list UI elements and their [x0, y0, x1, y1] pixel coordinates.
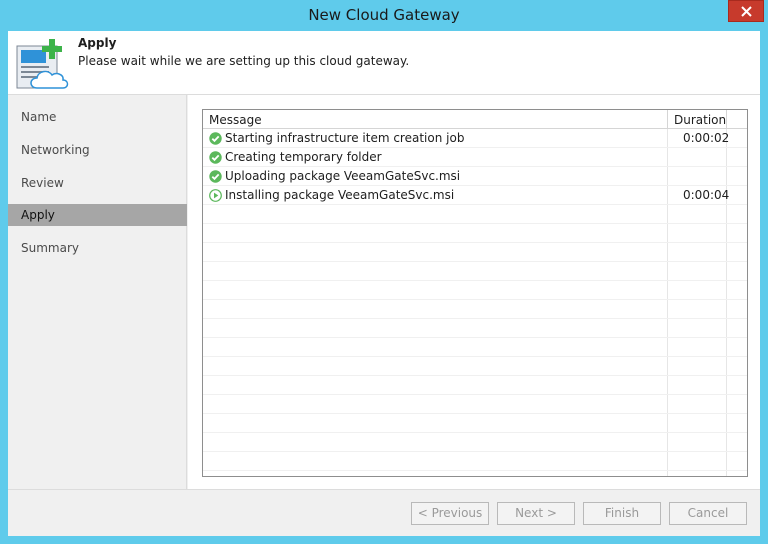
- finish-button[interactable]: Finish: [583, 502, 661, 525]
- empty-row: [203, 433, 747, 452]
- log-duration: 0:00:02: [683, 131, 730, 145]
- log-row[interactable]: Creating temporary folder: [203, 148, 747, 167]
- wizard-client: Apply Please wait while we are setting u…: [8, 31, 760, 536]
- empty-row: [203, 338, 747, 357]
- log-duration: 0:00:04: [683, 188, 730, 202]
- step-networking[interactable]: Networking: [8, 139, 187, 161]
- log-message: Creating temporary folder: [225, 150, 382, 164]
- close-button[interactable]: [728, 0, 764, 22]
- log-row[interactable]: Starting infrastructure item creation jo…: [203, 129, 747, 148]
- log-row[interactable]: Uploading package VeeamGateSvc.msi: [203, 167, 747, 186]
- wizard-steps: Name Networking Review Apply Summary: [8, 95, 187, 489]
- step-apply[interactable]: Apply: [8, 204, 187, 226]
- empty-row: [203, 395, 747, 414]
- running-play-icon: [209, 189, 222, 202]
- empty-row: [203, 414, 747, 433]
- wizard-content: Message Duration Starting infrastructure…: [188, 95, 760, 489]
- empty-row: [203, 262, 747, 281]
- success-check-icon: [209, 132, 222, 145]
- log-message: Uploading package VeeamGateSvc.msi: [225, 169, 461, 183]
- success-check-icon: [209, 170, 222, 183]
- step-name[interactable]: Name: [8, 106, 187, 128]
- empty-row: [203, 319, 747, 338]
- wizard-header: Apply Please wait while we are setting u…: [8, 31, 760, 95]
- empty-row: [203, 205, 747, 224]
- duration-column-header[interactable]: Duration: [674, 113, 726, 127]
- empty-row: [203, 224, 747, 243]
- page-title: Apply: [78, 36, 117, 50]
- log-header: Message Duration: [203, 110, 747, 129]
- empty-row: [203, 281, 747, 300]
- step-review[interactable]: Review: [8, 172, 187, 194]
- empty-row: [203, 300, 747, 319]
- column-divider: [726, 110, 727, 129]
- previous-button[interactable]: < Previous: [411, 502, 489, 525]
- close-icon: [741, 6, 752, 17]
- window-title: New Cloud Gateway: [308, 6, 460, 24]
- server-cloud-add-icon: [16, 39, 69, 89]
- progress-log[interactable]: Message Duration Starting infrastructure…: [202, 109, 748, 477]
- empty-row: [203, 452, 747, 471]
- wizard-window: New Cloud Gateway Apply Please wait whil…: [0, 0, 768, 544]
- page-subtitle: Please wait while we are setting up this…: [78, 54, 410, 68]
- log-row[interactable]: Installing package VeeamGateSvc.msi 0:00…: [203, 186, 747, 205]
- next-button[interactable]: Next >: [497, 502, 575, 525]
- empty-row: [203, 376, 747, 395]
- message-column-header[interactable]: Message: [209, 113, 262, 127]
- title-bar[interactable]: New Cloud Gateway: [0, 0, 768, 31]
- step-summary[interactable]: Summary: [8, 237, 187, 259]
- column-divider: [667, 110, 668, 129]
- success-check-icon: [209, 151, 222, 164]
- wizard-footer: < Previous Next > Finish Cancel: [8, 489, 760, 536]
- log-message: Starting infrastructure item creation jo…: [225, 131, 465, 145]
- empty-row: [203, 243, 747, 262]
- cancel-button[interactable]: Cancel: [669, 502, 747, 525]
- log-message: Installing package VeeamGateSvc.msi: [225, 188, 455, 202]
- empty-row: [203, 357, 747, 376]
